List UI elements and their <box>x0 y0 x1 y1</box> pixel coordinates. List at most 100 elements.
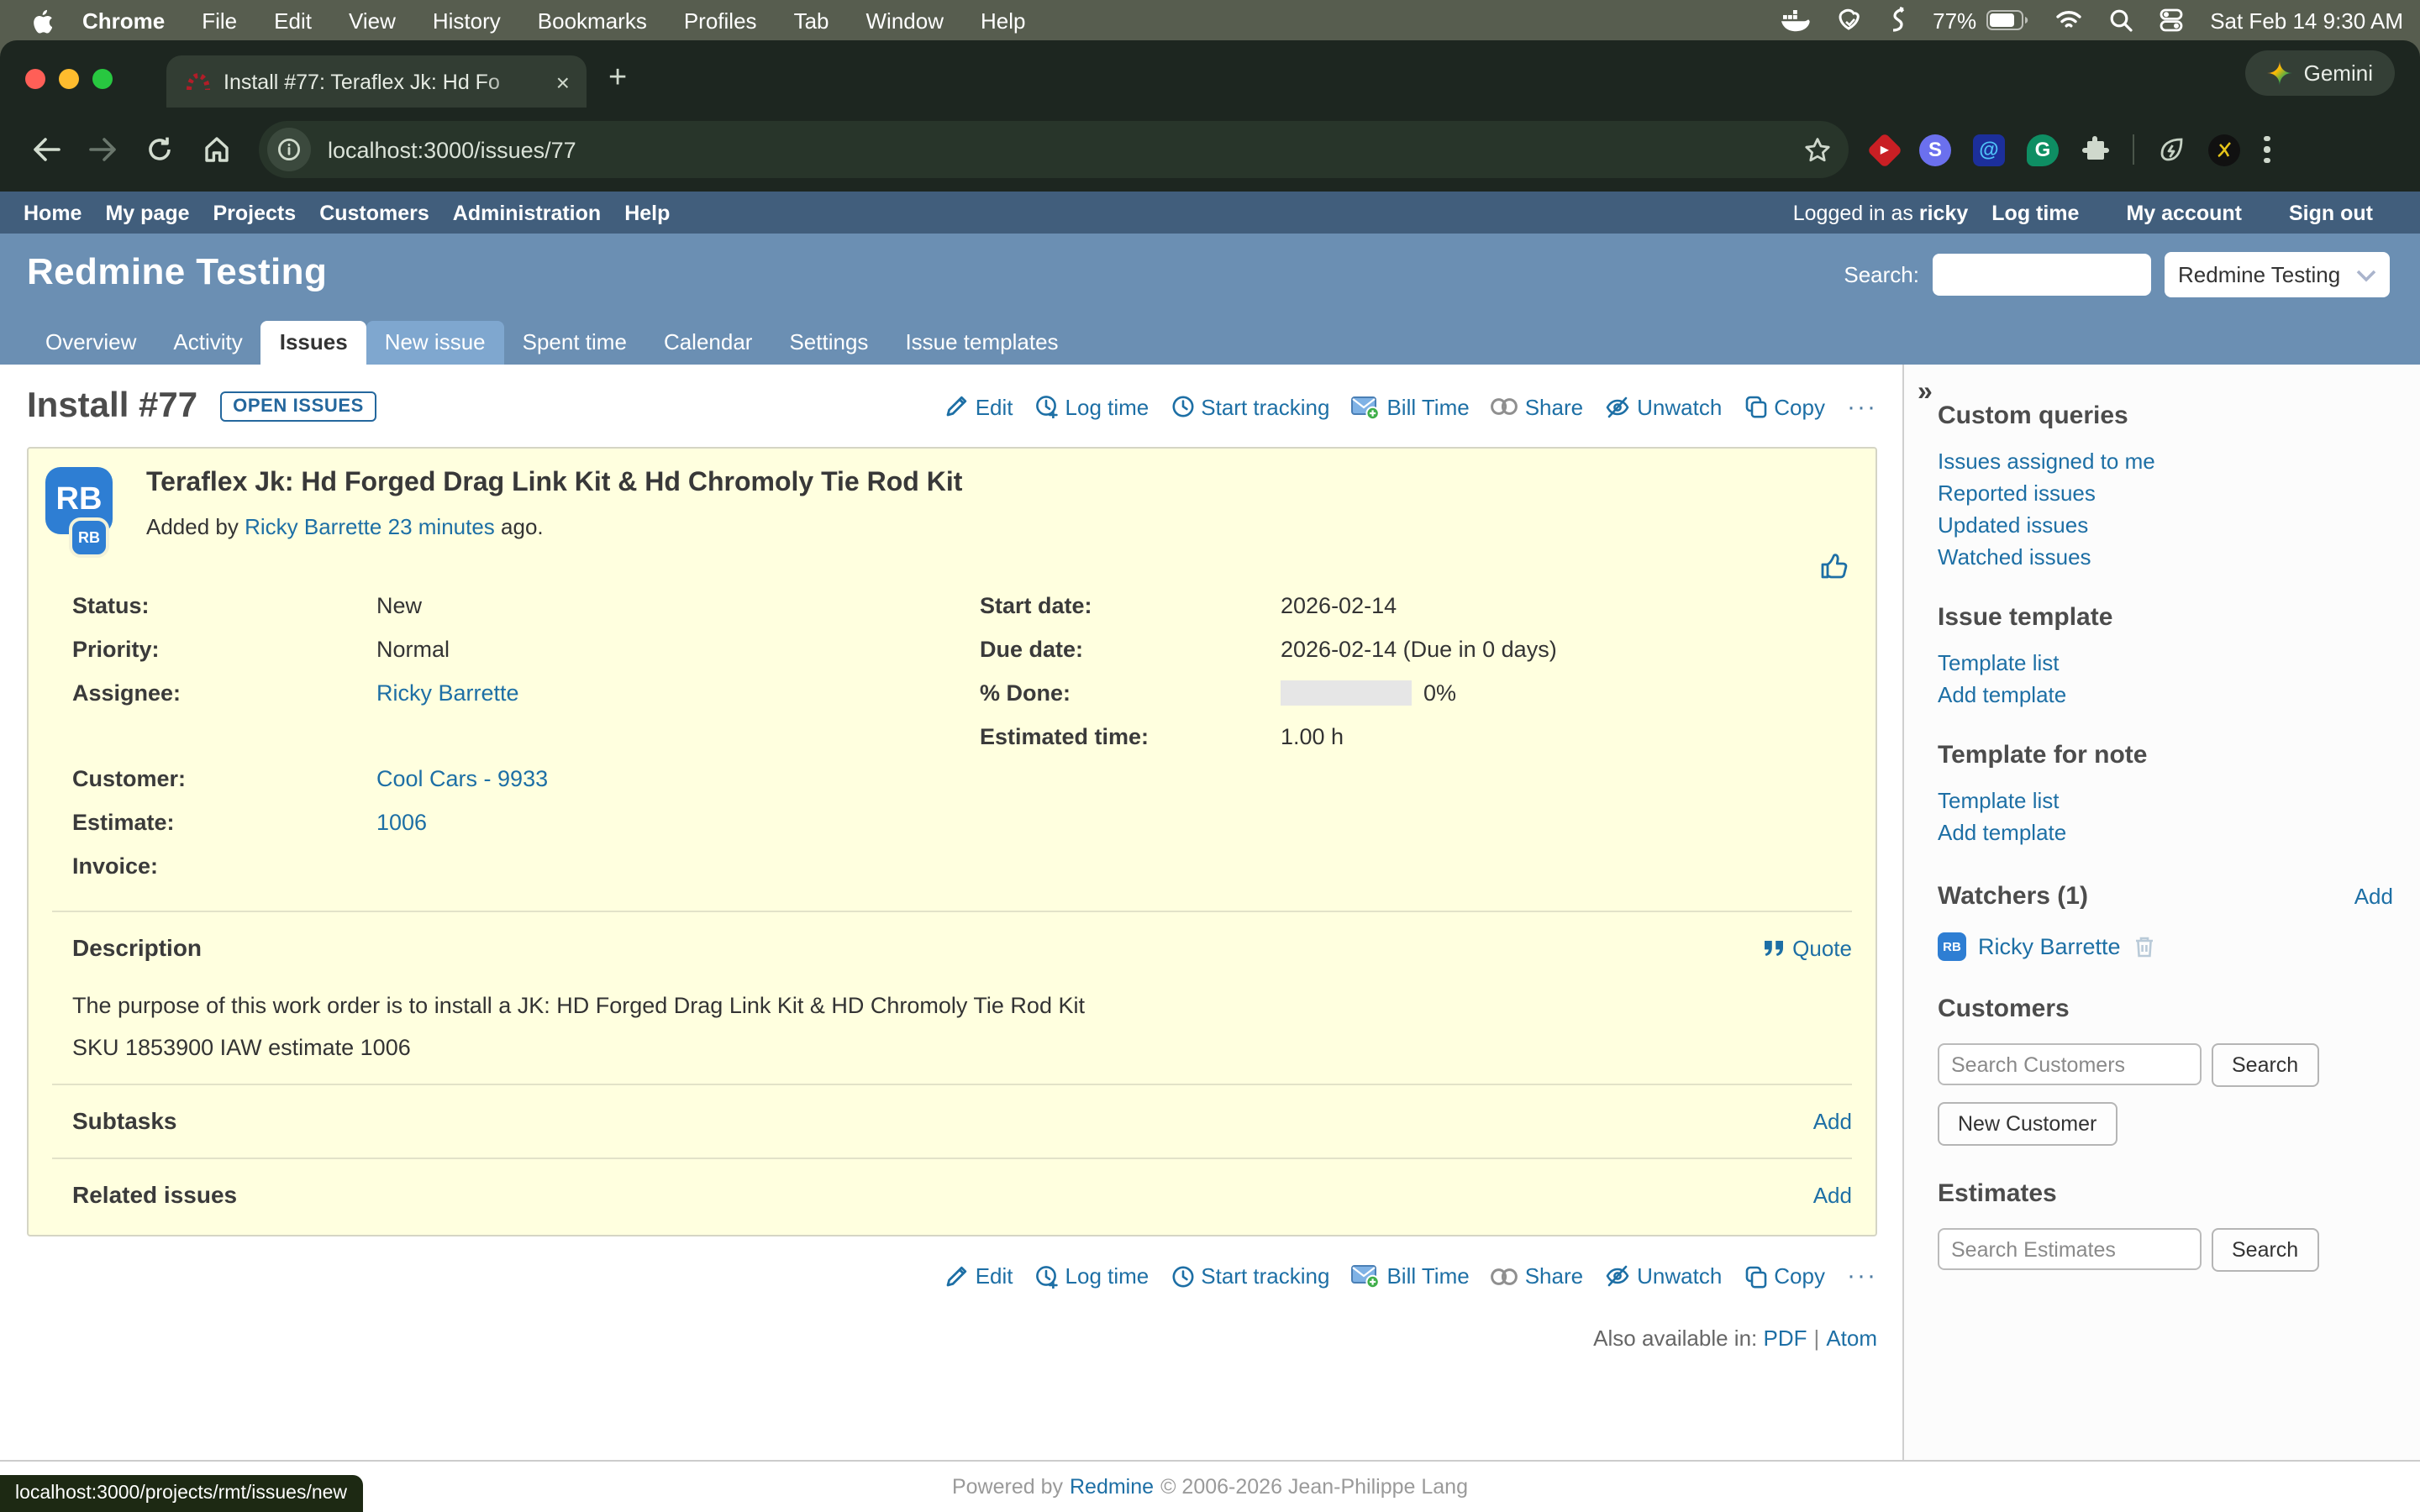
start-tracking-action-bottom[interactable]: Start tracking <box>1171 1263 1329 1289</box>
forward-button[interactable] <box>77 124 128 175</box>
menubar-menu-history[interactable]: History <box>433 8 501 33</box>
home-button[interactable] <box>192 124 242 175</box>
top-menu-log-time[interactable]: Log time <box>1991 201 2079 224</box>
issue-add-template-link[interactable]: Add template <box>1938 682 2393 707</box>
thumbs-up-icon[interactable] <box>1820 553 1849 580</box>
control-center-icon[interactable] <box>2160 8 2183 32</box>
menubar-status-icon-2[interactable] <box>1889 7 1909 34</box>
top-menu-my-page[interactable]: My page <box>105 201 189 224</box>
copy-action-bottom[interactable]: Copy <box>1744 1263 1825 1289</box>
profile-avatar[interactable] <box>2208 134 2240 165</box>
menubar-menu-profiles[interactable]: Profiles <box>684 8 757 33</box>
assignee-link[interactable]: Ricky Barrette <box>376 680 519 705</box>
pdf-link[interactable]: PDF <box>1764 1326 1807 1351</box>
add-subtask-link[interactable]: Add <box>1813 1108 1852 1133</box>
unwatch-action-bottom[interactable]: Unwatch <box>1605 1263 1722 1289</box>
edit-action[interactable]: Edit <box>945 394 1013 419</box>
extension-icon-3[interactable]: @ <box>1973 134 2005 165</box>
top-menu-sign-out[interactable]: Sign out <box>2289 201 2373 224</box>
start-tracking-action[interactable]: Start tracking <box>1171 394 1329 419</box>
collapse-sidebar-icon[interactable]: » <box>1918 378 1933 408</box>
top-menu-my-account[interactable]: My account <box>2126 201 2242 224</box>
menubar-menu-window[interactable]: Window <box>866 8 944 33</box>
estimate-link[interactable]: 1006 <box>376 809 427 834</box>
menubar-menu-edit[interactable]: Edit <box>274 8 312 33</box>
bill-time-action-bottom[interactable]: Bill Time <box>1351 1263 1469 1289</box>
redmine-link[interactable]: Redmine <box>1070 1475 1154 1499</box>
atom-link[interactable]: Atom <box>1826 1326 1877 1351</box>
watcher-name-link[interactable]: Ricky Barrette <box>1978 934 2121 959</box>
added-time-link[interactable]: 23 minutes <box>388 514 495 539</box>
add-related-issue-link[interactable]: Add <box>1813 1182 1852 1207</box>
wifi-icon[interactable] <box>2055 10 2082 30</box>
tab-activity[interactable]: Activity <box>155 321 260 365</box>
new-customer-button[interactable]: New Customer <box>1938 1102 2117 1146</box>
tab-settings[interactable]: Settings <box>771 321 886 365</box>
top-menu-administration[interactable]: Administration <box>453 201 601 224</box>
docker-icon[interactable] <box>1780 8 1810 32</box>
tab-issues[interactable]: Issues <box>261 321 366 365</box>
tab-issue-templates[interactable]: Issue templates <box>886 321 1076 365</box>
top-menu-projects[interactable]: Projects <box>213 201 297 224</box>
search-estimates-input[interactable] <box>1938 1228 2202 1270</box>
share-action[interactable]: Share <box>1491 394 1583 419</box>
project-selector[interactable]: Redmine Testing <box>2165 252 2390 297</box>
unwatch-action[interactable]: Unwatch <box>1605 394 1722 419</box>
add-watcher-link[interactable]: Add <box>2354 884 2393 909</box>
new-tab-button[interactable]: + <box>608 62 627 94</box>
tab-new-issue[interactable]: New issue <box>366 321 504 365</box>
gemini-button[interactable]: Gemini <box>2245 50 2395 96</box>
search-input[interactable] <box>1933 254 2151 296</box>
extension-icon-1[interactable]: ▸ <box>1867 132 1902 167</box>
minimize-window-button[interactable] <box>59 69 79 89</box>
log-time-action[interactable]: Log time <box>1035 394 1150 419</box>
energy-saver-icon[interactable] <box>2156 134 2186 165</box>
zoom-window-button[interactable] <box>92 69 113 89</box>
more-actions-bottom[interactable]: ··· <box>1847 1262 1877 1290</box>
extension-icon-2[interactable]: S <box>1919 134 1951 165</box>
reload-button[interactable] <box>134 124 185 175</box>
bill-time-action[interactable]: Bill Time <box>1351 394 1469 419</box>
quote-link[interactable]: Quote <box>1762 935 1852 960</box>
extensions-puzzle-icon[interactable] <box>2081 134 2111 165</box>
tab-calendar[interactable]: Calendar <box>645 321 771 365</box>
address-bar[interactable]: localhost:3000/issues/77 <box>259 121 1849 178</box>
apple-icon[interactable] <box>30 8 52 33</box>
open-issues-badge[interactable]: OPEN ISSUES <box>219 391 377 422</box>
delete-watcher-icon[interactable] <box>2133 934 2156 959</box>
menubar-menu-tab[interactable]: Tab <box>794 8 829 33</box>
customer-link[interactable]: Cool Cars - 9933 <box>376 765 548 790</box>
spotlight-search-icon[interactable] <box>2109 8 2133 32</box>
top-menu-help[interactable]: Help <box>624 201 670 224</box>
search-customers-button[interactable]: Search <box>2212 1043 2318 1087</box>
close-window-button[interactable] <box>25 69 45 89</box>
query-watched-issues[interactable]: Watched issues <box>1938 544 2393 570</box>
share-action-bottom[interactable]: Share <box>1491 1263 1583 1289</box>
tab-overview[interactable]: Overview <box>27 321 155 365</box>
menubar-status-icon-1[interactable] <box>1837 8 1862 33</box>
browser-menu-icon[interactable] <box>2257 136 2276 164</box>
menubar-app-name[interactable]: Chrome <box>82 8 165 33</box>
back-button[interactable] <box>20 124 71 175</box>
tab-close-icon[interactable]: × <box>553 68 573 95</box>
copy-action[interactable]: Copy <box>1744 394 1825 419</box>
site-info-icon[interactable] <box>267 128 311 171</box>
url-text[interactable]: localhost:3000/issues/77 <box>328 137 1803 162</box>
note-add-template-link[interactable]: Add template <box>1938 820 2393 845</box>
author-link[interactable]: Ricky Barrette <box>245 514 381 539</box>
query-reported-issues[interactable]: Reported issues <box>1938 480 2393 506</box>
top-menu-home[interactable]: Home <box>24 201 82 224</box>
log-time-action-bottom[interactable]: Log time <box>1035 1263 1150 1289</box>
browser-tab[interactable]: Install #77: Teraflex Jk: Hd Fo × <box>166 55 587 108</box>
menubar-menu-help[interactable]: Help <box>981 8 1026 33</box>
menubar-menu-bookmarks[interactable]: Bookmarks <box>538 8 647 33</box>
edit-action-bottom[interactable]: Edit <box>945 1263 1013 1289</box>
menubar-menu-view[interactable]: View <box>349 8 396 33</box>
menubar-menu-file[interactable]: File <box>202 8 237 33</box>
more-actions[interactable]: ··· <box>1847 392 1877 421</box>
search-estimates-button[interactable]: Search <box>2212 1228 2318 1272</box>
bookmark-star-icon[interactable] <box>1803 135 1832 164</box>
menubar-clock[interactable]: Sat Feb 14 9:30 AM <box>2210 8 2403 33</box>
search-customers-input[interactable] <box>1938 1043 2202 1085</box>
tab-spent-time[interactable]: Spent time <box>504 321 645 365</box>
